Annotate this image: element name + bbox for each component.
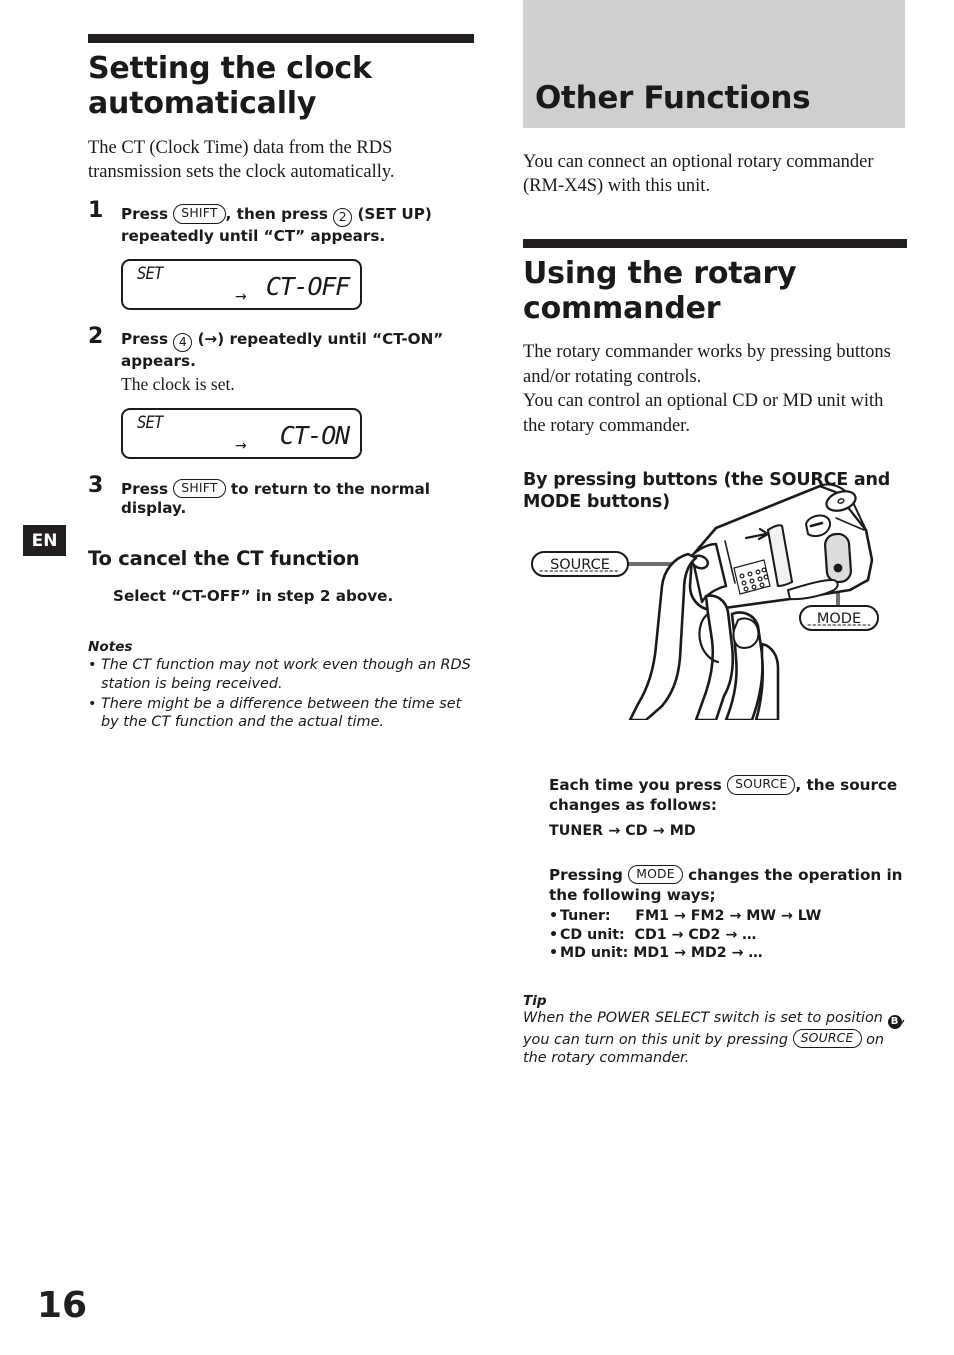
step-1-text: Press SHIFT, then press 2 (SET UP) repea… [121,204,474,247]
intro-paragraph: The CT (Clock Time) data from the RDS tr… [88,137,395,182]
step-2-text: Press 4 (→) repeatedly until “CT-ON” app… [121,330,474,396]
mode-sequence-item: Tuner: FM1 → FM2 → MW → LW [549,907,907,926]
preset-2-button-keycap[interactable]: 2 [333,208,353,228]
source-button-keycap-tip[interactable]: SOURCE [792,1028,862,1049]
lcd-2-arrow-icon: → [235,437,247,454]
left-column: Setting the clock automatically The CT (… [88,34,474,732]
step-1: 1 Press SHIFT, then press 2 (SET UP) rep… [88,200,474,247]
preset-4-button-keycap[interactable]: 4 [173,333,193,353]
fingernail [732,617,760,649]
notes-heading: Notes [88,639,133,656]
language-tab-en: EN [23,525,66,556]
step-3-pre: Press [121,479,174,498]
lcd-1-main-readout: CT-OFF [265,272,350,302]
heading-rule-left [88,34,474,43]
shift-button-keycap-2[interactable]: SHIFT [173,478,226,499]
mode-sequence-list: Tuner: FM1 → FM2 → MW → LW CD unit: CD1 … [549,907,907,963]
chapter-title: Other Functions [535,80,811,116]
heading-rule-right [523,238,907,248]
mode-block-pre: Pressing [549,865,629,884]
notes-list: The CT function may not work even though… [88,656,474,732]
source-callout: SOURCE [531,551,629,577]
tip-block: Tip When the POWER SELECT switch is set … [523,993,907,1068]
page-number: 16 [37,1285,88,1326]
mode-callout: MODE [799,605,879,631]
step-3: 3 Press SHIFT to return to the normal di… [88,474,474,520]
shift-button-keycap[interactable]: SHIFT [173,204,226,224]
position-b-badge: B [887,1014,902,1029]
cancel-ct-heading: To cancel the CT function [88,547,360,571]
chapter-banner: Other Functions [523,0,905,128]
source-callout-label: SOURCE [550,557,610,573]
step-2-subtext: The clock is set. [121,373,235,394]
mode-sequence-item: MD unit: MD1 → MD2 → … [549,944,907,963]
section-intro: The rotary commander works by pressing b… [523,342,891,436]
mode-sequence-item: CD unit: CD1 → CD2 → … [549,926,907,945]
note-item: There might be a difference between the … [88,695,474,732]
source-button-keycap[interactable]: SOURCE [727,775,796,795]
tip-part-1: When the POWER SELECT switch is set to p… [523,1009,888,1026]
lcd-1-arrow-icon: → [235,289,247,306]
lcd-2-set-indicator: SET [137,412,163,433]
step-2: 2 Press 4 (→) repeatedly until “CT-ON” a… [88,326,474,396]
step-1-pre: Press [121,205,174,224]
step-1-mid: , then press [225,205,334,224]
lcd-1-set-indicator: SET [137,264,163,285]
tip-heading: Tip [523,992,547,1009]
lcd-2-main-readout: CT-ON [279,420,350,450]
section-heading: Using the rotary commander [523,255,797,326]
step-2-number: 2 [88,324,104,350]
tip-body: When the POWER SELECT switch is set to p… [523,1009,907,1068]
cancel-ct-body: Select “CT-OFF” in step 2 above. [113,587,394,606]
source-block-text: Each time you press SOURCE, the source c… [549,775,907,816]
rotary-commander-illustration: SOURCE MODE [520,468,920,722]
step-3-text: Press SHIFT to return to the normal disp… [121,478,474,520]
mode-block: Pressing MODE changes the operation in t… [549,864,907,963]
rotary-commander-body [688,483,874,612]
step-3-number: 3 [88,472,104,498]
source-sequence: TUNER → CD → MD [549,822,696,839]
lcd-display-ct-on: SET CT-ON → [121,407,362,459]
source-block-pre: Each time you press [549,776,728,795]
step-2-pre: Press [121,330,174,349]
note-item: The CT function may not work even though… [88,656,474,693]
source-block: Each time you press SOURCE, the source c… [549,775,907,839]
lcd-display-ct-off: SET CT-OFF → [121,259,362,311]
chapter-intro: You can connect an optional rotary comma… [523,152,874,197]
mode-block-text: Pressing MODE changes the operation in t… [549,864,907,906]
mode-button-on-device [823,532,853,584]
face-button [805,514,832,538]
page-title: Setting the clock automatically [88,51,372,121]
mode-callout-label: MODE [817,611,861,627]
step-1-number: 1 [88,198,104,224]
mode-button-keycap[interactable]: MODE [628,864,683,885]
